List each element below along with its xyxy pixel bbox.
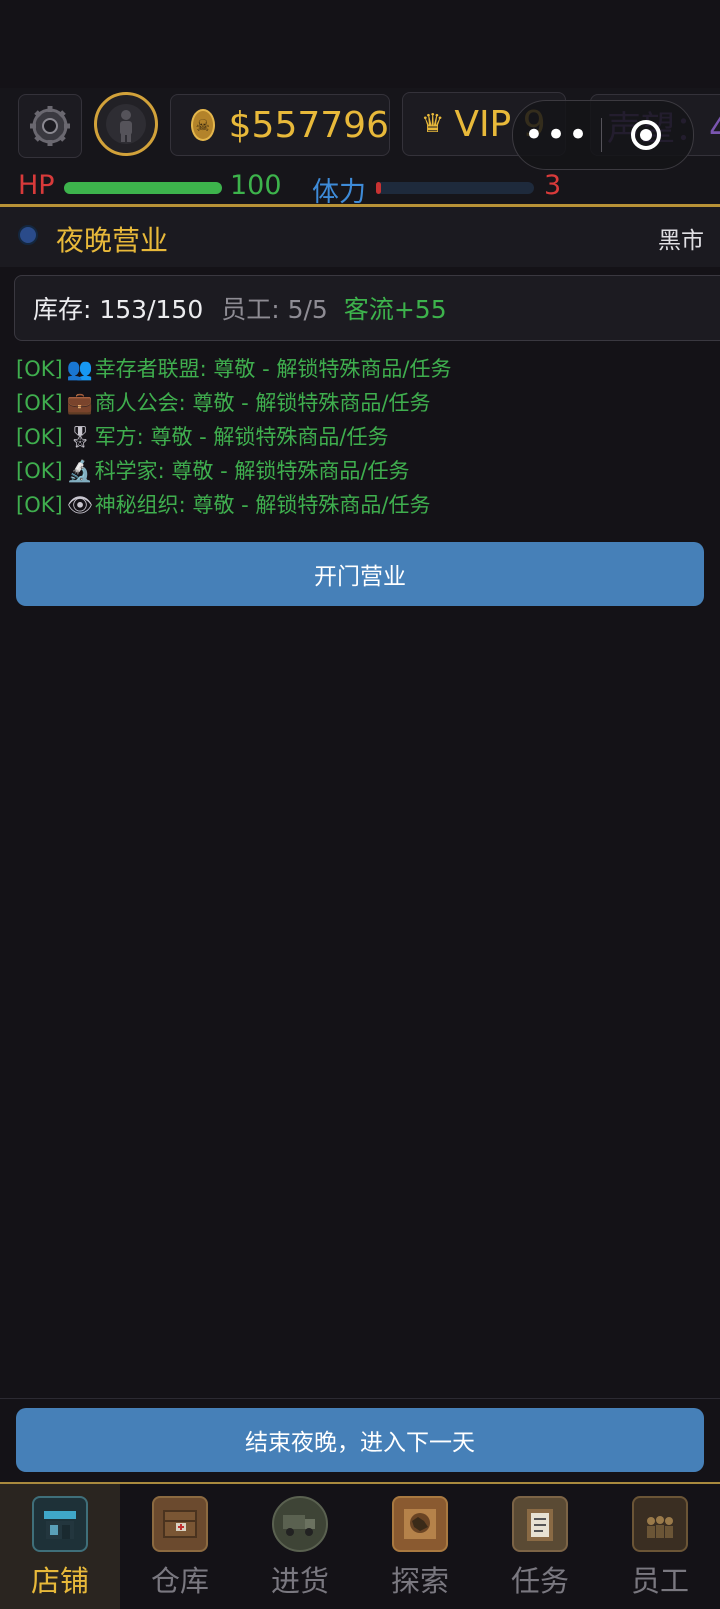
map-icon (392, 1496, 448, 1552)
faction-text: 神秘组织: 尊敬 - 解锁特殊商品/任务 (94, 493, 431, 517)
faction-status: [OK] (16, 425, 63, 449)
gear-icon (30, 106, 70, 146)
faction-row-mysterious-org: [OK] 👁神秘组织: 尊敬 - 解锁特殊商品/任务 (16, 488, 716, 522)
tab-label: 员工 (630, 1564, 689, 1598)
faction-text: 军方: 尊敬 - 解锁特殊商品/任务 (94, 425, 389, 449)
microscope-icon: 🔬 (66, 459, 93, 483)
crown-icon: ♛ (421, 109, 445, 139)
hp-bar-fill (64, 182, 222, 194)
medal-icon: 🎖 (66, 425, 94, 449)
faction-text: 科学家: 尊敬 - 解锁特殊商品/任务 (94, 459, 410, 483)
avatar[interactable] (94, 92, 158, 156)
hp-value: 100 (230, 170, 282, 201)
stamina-bar-fill (376, 182, 381, 194)
money-display: ☠ $557796 (170, 94, 390, 156)
tab-label: 仓库 (150, 1564, 209, 1598)
money-value: $557796 (228, 104, 389, 146)
faction-row-survivor-alliance: [OK] 👥幸存者联盟: 尊敬 - 解锁特殊商品/任务 (16, 352, 716, 386)
tab-explore[interactable]: 探索 (360, 1484, 480, 1609)
stamina-value: 3 (544, 170, 562, 201)
hp-bar (64, 182, 222, 194)
bottom-tab-bar: 店铺 仓库 进货 探索 任务 员工 (0, 1482, 720, 1609)
tab-restock[interactable]: 进货 (240, 1484, 360, 1609)
section-header: 夜晚营业 黑市 (0, 207, 720, 267)
target-circle-icon (631, 120, 661, 150)
tab-label: 店铺 (30, 1564, 89, 1598)
stock-count: 库存: 153/150 (33, 295, 204, 324)
faction-row-military: [OK] 🎖军方: 尊敬 - 解锁特殊商品/任务 (16, 420, 716, 454)
miniprogram-capsule: ••• (512, 100, 694, 170)
globe-icon (18, 225, 38, 245)
warehouse-icon (152, 1496, 208, 1552)
settings-button[interactable] (18, 94, 82, 158)
more-menu-button[interactable]: ••• (513, 118, 601, 152)
close-miniprogram-button[interactable] (602, 120, 690, 150)
eye-icon: 👁 (66, 493, 94, 517)
faction-status: [OK] (16, 459, 63, 483)
bottom-divider (0, 1398, 720, 1399)
people-icon: 👥 (66, 357, 93, 381)
stamina-bar (376, 182, 534, 194)
faction-status-list: [OK] 👥幸存者联盟: 尊敬 - 解锁特殊商品/任务 [OK] 💼商人公会: 尊敬… (16, 352, 716, 522)
faction-status: [OK] (16, 391, 63, 415)
tab-label: 进货 (270, 1564, 329, 1598)
clipboard-icon (512, 1496, 568, 1552)
black-market-link[interactable]: 黑市 (658, 221, 704, 255)
soldier-avatar-icon (106, 104, 146, 144)
open-shop-button[interactable]: 开门营业 (16, 542, 704, 606)
faction-text: 幸存者联盟: 尊敬 - 解锁特殊商品/任务 (94, 357, 452, 381)
tab-label: 探索 (390, 1564, 449, 1598)
tab-shop[interactable]: 店铺 (0, 1484, 120, 1609)
truck-icon (272, 1496, 328, 1552)
tab-label: 任务 (510, 1564, 569, 1598)
inventory-summary: 库存: 153/150 员工: 5/5 客流+55 (14, 275, 720, 341)
coin-icon: ☠ (191, 109, 215, 141)
customer-traffic: 客流+55 (343, 295, 447, 324)
faction-status: [OK] (16, 357, 63, 381)
tab-staff[interactable]: 员工 (600, 1484, 720, 1609)
end-night-button[interactable]: 结束夜晚，进入下一天 (16, 1408, 704, 1472)
hp-label: HP (18, 170, 55, 201)
player-stats: HP 100 体力 3 (0, 170, 720, 208)
staff-icon (632, 1496, 688, 1552)
faction-status: [OK] (16, 493, 63, 517)
faction-text: 商人公会: 尊敬 - 解锁特殊商品/任务 (94, 391, 431, 415)
briefcase-icon: 💼 (66, 391, 93, 415)
tab-warehouse[interactable]: 仓库 (120, 1484, 240, 1609)
faction-row-scientists: [OK] 🔬科学家: 尊敬 - 解锁特殊商品/任务 (16, 454, 716, 488)
tab-tasks[interactable]: 任务 (480, 1484, 600, 1609)
page-title: 夜晚营业 (56, 224, 169, 257)
faction-row-merchant-guild: [OK] 💼商人公会: 尊敬 - 解锁特殊商品/任务 (16, 386, 716, 420)
staff-count: 员工: 5/5 (221, 295, 328, 324)
shop-icon (32, 1496, 88, 1552)
